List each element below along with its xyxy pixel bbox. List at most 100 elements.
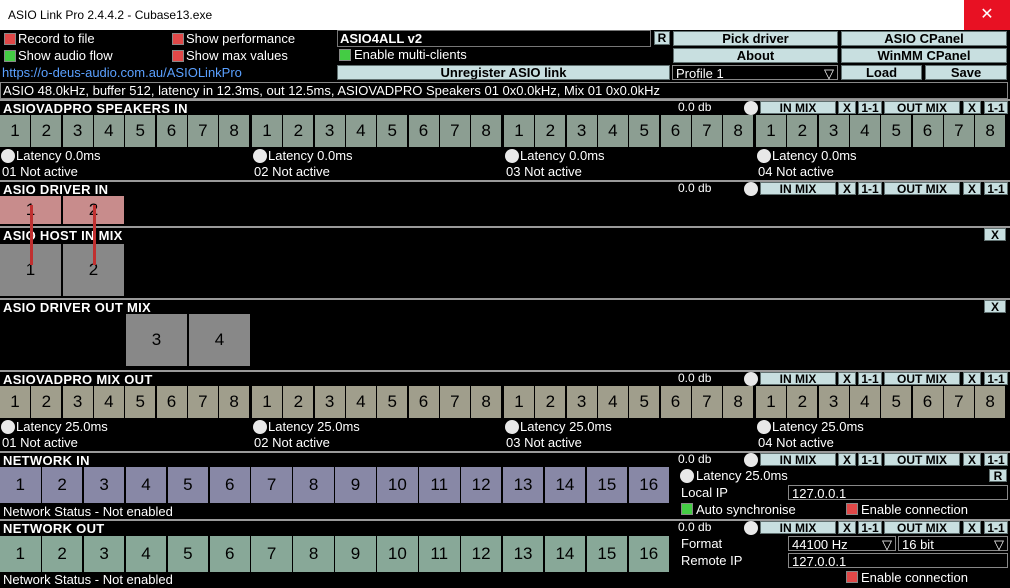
about-button[interactable]: About xyxy=(673,48,838,63)
network-out-channel[interactable]: 16 xyxy=(628,536,670,572)
channel-button[interactable]: 1 xyxy=(504,115,535,147)
channel-button[interactable]: 2 xyxy=(283,386,315,418)
channel-button[interactable]: 5 xyxy=(125,386,157,418)
channel-button[interactable]: 7 xyxy=(439,386,471,418)
host-in-mix-close-button[interactable]: X xyxy=(984,228,1006,241)
volume-knob-icon[interactable] xyxy=(744,453,758,467)
channel-button[interactable]: 5 xyxy=(881,386,913,418)
channel-button[interactable]: 3 xyxy=(566,115,598,147)
in-mix-close-button[interactable]: X xyxy=(838,372,856,385)
channel-button[interactable]: 7 xyxy=(187,386,219,418)
volume-knob-icon[interactable] xyxy=(744,101,758,115)
network-in-channel[interactable]: 1 xyxy=(0,467,42,503)
channel-button[interactable]: 6 xyxy=(408,115,440,147)
channel-button[interactable]: 7 xyxy=(691,115,723,147)
in-mix-button[interactable]: IN MIX xyxy=(760,453,836,466)
channel-button[interactable]: 1 xyxy=(252,115,283,147)
channel-button[interactable]: 8 xyxy=(219,115,251,147)
network-in-channel[interactable]: 4 xyxy=(125,467,168,503)
network-in-channel[interactable]: 3 xyxy=(83,467,126,503)
out-mix-close-button[interactable]: X xyxy=(963,453,981,466)
channel-button[interactable]: 5 xyxy=(629,115,661,147)
channel-button[interactable]: 6 xyxy=(660,386,692,418)
network-out-channel[interactable]: 13 xyxy=(502,536,545,572)
network-in-channel[interactable]: 10 xyxy=(377,467,419,503)
channel-button[interactable]: 3 xyxy=(62,115,94,147)
channel-button[interactable]: 5 xyxy=(377,115,409,147)
in-mix-one-to-one-button[interactable]: 1-1 xyxy=(858,521,882,534)
network-out-channel[interactable]: 4 xyxy=(125,536,168,572)
enable-connection-in-checkbox[interactable] xyxy=(846,503,858,515)
channel-button[interactable]: 2 xyxy=(283,115,315,147)
channel-button[interactable]: 2 xyxy=(787,115,819,147)
latency-knob-icon[interactable] xyxy=(505,149,519,163)
out-mix-close-button[interactable]: X xyxy=(963,101,981,114)
network-in-channel[interactable]: 14 xyxy=(544,467,587,503)
channel-button[interactable]: 4 xyxy=(345,115,377,147)
driver-name-box[interactable]: ASIO4ALL v2 xyxy=(337,30,651,47)
network-reset-button[interactable]: R xyxy=(989,469,1007,482)
out-mix-close-button[interactable]: X xyxy=(963,521,981,534)
network-out-channel[interactable]: 12 xyxy=(460,536,503,572)
show-max-values-checkbox[interactable] xyxy=(172,50,184,62)
channel-button[interactable]: 7 xyxy=(439,115,471,147)
out-mix-close-button[interactable]: X xyxy=(963,182,981,195)
record-to-file-checkbox[interactable] xyxy=(4,33,16,45)
network-out-channel[interactable]: 1 xyxy=(0,536,42,572)
channel-button[interactable]: 5 xyxy=(125,115,157,147)
volume-knob-icon[interactable] xyxy=(744,182,758,196)
driver-out-mix-channel[interactable]: 3 xyxy=(126,314,188,366)
out-mix-one-to-one-button[interactable]: 1-1 xyxy=(984,182,1008,195)
latency-knob-icon[interactable] xyxy=(1,420,15,434)
out-mix-one-to-one-button[interactable]: 1-1 xyxy=(984,372,1008,385)
out-mix-one-to-one-button[interactable]: 1-1 xyxy=(984,453,1008,466)
out-mix-button[interactable]: OUT MIX xyxy=(884,101,960,114)
channel-button[interactable]: 1 xyxy=(0,115,31,147)
pick-driver-button[interactable]: Pick driver xyxy=(673,31,838,46)
in-mix-button[interactable]: IN MIX xyxy=(760,372,836,385)
out-mix-button[interactable]: OUT MIX xyxy=(884,521,960,534)
channel-button[interactable]: 6 xyxy=(156,115,188,147)
network-out-channel[interactable]: 6 xyxy=(209,536,251,572)
channel-button[interactable]: 2 xyxy=(535,115,567,147)
in-mix-close-button[interactable]: X xyxy=(838,453,856,466)
network-out-channel[interactable]: 11 xyxy=(419,536,461,572)
show-performance-checkbox[interactable] xyxy=(172,33,184,45)
channel-button[interactable]: 4 xyxy=(93,386,125,418)
channel-button[interactable]: 1 xyxy=(252,386,283,418)
network-in-channel[interactable]: 5 xyxy=(167,467,210,503)
latency-knob-icon[interactable] xyxy=(1,149,15,163)
channel-button[interactable]: 7 xyxy=(187,115,219,147)
network-in-channel[interactable]: 11 xyxy=(419,467,461,503)
channel-button[interactable]: 5 xyxy=(629,386,661,418)
network-out-channel[interactable]: 7 xyxy=(251,536,293,572)
channel-button[interactable]: 3 xyxy=(314,115,346,147)
channel-button[interactable]: 6 xyxy=(660,115,692,147)
network-out-channel[interactable]: 8 xyxy=(293,536,335,572)
in-mix-close-button[interactable]: X xyxy=(838,521,856,534)
channel-button[interactable]: 5 xyxy=(377,386,409,418)
channel-button[interactable]: 2 xyxy=(31,386,63,418)
channel-button[interactable]: 8 xyxy=(471,386,503,418)
network-in-channel[interactable]: 13 xyxy=(502,467,545,503)
remote-ip-field[interactable]: 127.0.0.1 xyxy=(788,553,1008,569)
network-in-channel[interactable]: 9 xyxy=(335,467,377,503)
save-button[interactable]: Save xyxy=(925,65,1007,80)
channel-button[interactable]: 1 xyxy=(756,386,787,418)
latency-knob-icon[interactable] xyxy=(253,149,267,163)
channel-button[interactable]: 3 xyxy=(314,386,346,418)
channel-button[interactable]: 6 xyxy=(408,386,440,418)
network-in-channel[interactable]: 7 xyxy=(251,467,293,503)
network-in-channel[interactable]: 15 xyxy=(586,467,629,503)
channel-button[interactable]: 7 xyxy=(943,386,975,418)
driver-out-mix-channel[interactable]: 4 xyxy=(189,314,251,366)
network-out-channel[interactable]: 10 xyxy=(377,536,419,572)
latency-knob-icon[interactable] xyxy=(505,420,519,434)
channel-button[interactable]: 6 xyxy=(912,386,944,418)
channel-button[interactable]: 7 xyxy=(691,386,723,418)
channel-button[interactable]: 8 xyxy=(723,115,755,147)
in-mix-one-to-one-button[interactable]: 1-1 xyxy=(858,101,882,114)
local-ip-field[interactable]: 127.0.0.1 xyxy=(788,485,1008,501)
channel-button[interactable]: 2 xyxy=(31,115,63,147)
channel-button[interactable]: 1 xyxy=(0,386,31,418)
